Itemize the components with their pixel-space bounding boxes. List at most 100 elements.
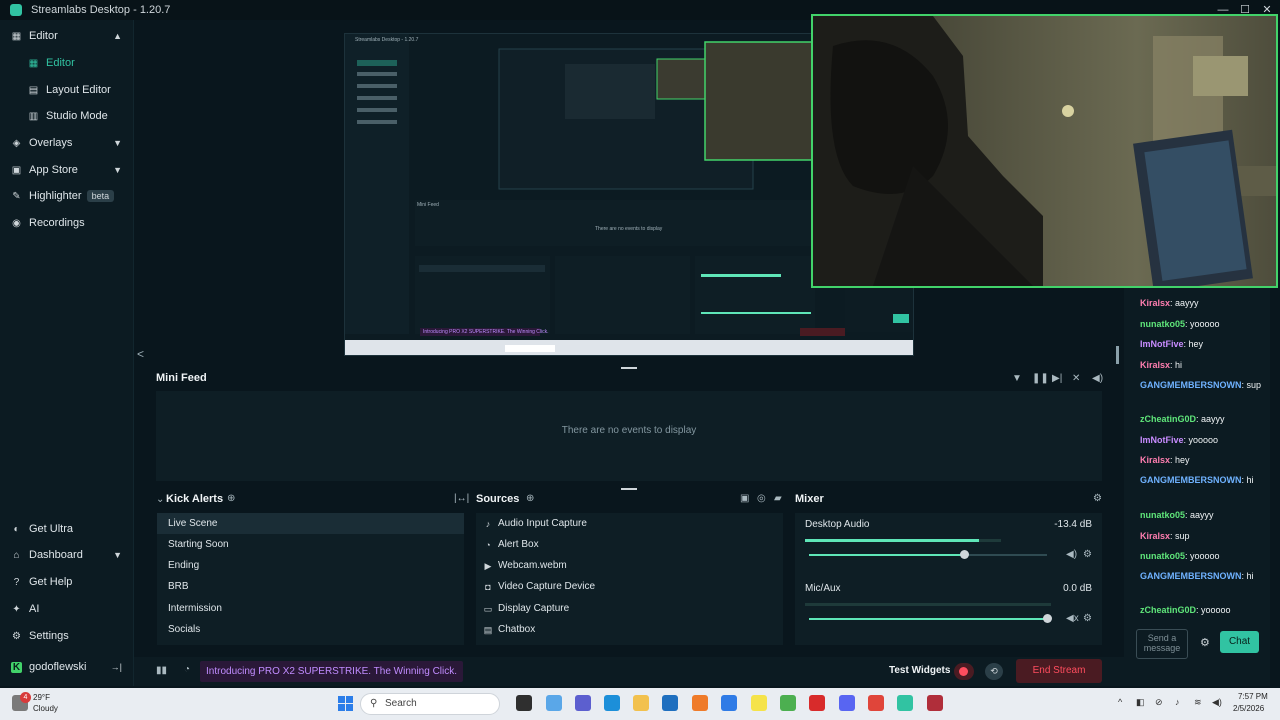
chat-username[interactable]: zCheatinG0D	[1140, 605, 1196, 615]
sidebar-item-overlays[interactable]: ◈ Overlays ▼	[0, 130, 134, 156]
source-item-video-capture[interactable]: ◘ Video Capture Device	[476, 576, 783, 597]
resize-handle-icon[interactable]	[621, 488, 637, 490]
tray-app-icon[interactable]: ◧	[1136, 697, 1145, 708]
chevron-left-icon[interactable]: <	[137, 347, 144, 361]
volume-slider[interactable]	[809, 550, 1047, 559]
sidebar-item-dashboard[interactable]: ⌂ Dashboard ▼	[0, 542, 134, 568]
source-item-webcam-webm[interactable]: ▶ Webcam.webm	[476, 555, 783, 576]
wifi-icon[interactable]: ≋	[1194, 697, 1202, 708]
volume-icon[interactable]: ◀)	[1092, 373, 1103, 384]
sidebar-item-editor[interactable]: ▦ Editor	[0, 50, 134, 76]
source-item-display-capture[interactable]: ▭ Display Capture	[476, 598, 783, 619]
source-item-alert-box[interactable]: ◔ Alert Box	[476, 534, 783, 555]
taskbar-search-input[interactable]: Search	[360, 693, 500, 715]
source-item-chatbox[interactable]: ▤ Chatbox	[476, 619, 783, 640]
scene-item-live-scene[interactable]: Live Scene	[157, 513, 464, 534]
chat-username[interactable]: nunatko05	[1140, 551, 1185, 561]
chat-username[interactable]: nunatko05	[1140, 319, 1185, 329]
scene-item-brb[interactable]: BRB	[157, 576, 464, 597]
sidebar-item-layout-editor[interactable]: ▤ Layout Editor	[0, 77, 134, 103]
volume-slider-knob[interactable]	[959, 550, 969, 559]
minecraft-icon[interactable]	[780, 695, 796, 711]
edge-icon[interactable]	[604, 695, 620, 711]
pause-icon[interactable]: ❚❚	[1032, 373, 1049, 384]
snapchat-icon[interactable]	[751, 695, 767, 711]
sidebar-item-get-ultra[interactable]: ◐ Get Ultra	[0, 516, 134, 542]
chevron-up-icon[interactable]: ^	[1118, 697, 1122, 707]
stats-icon[interactable]: ▮▮	[156, 665, 167, 676]
volume-slider-knob[interactable]	[1043, 614, 1052, 623]
chat-username[interactable]: Kiralsx	[1140, 360, 1170, 370]
add-source-icon[interactable]: ⊕	[526, 493, 534, 504]
end-stream-button[interactable]: End Stream	[1016, 659, 1102, 683]
sidebar-item-ai[interactable]: ✦ AI	[0, 596, 134, 622]
gear-icon[interactable]: ⚙	[1083, 613, 1092, 624]
chat-settings-gear-icon[interactable]: ⚙	[1200, 636, 1210, 649]
dropbox-icon[interactable]	[721, 695, 737, 711]
tray-status-icon[interactable]: ⊘	[1155, 697, 1163, 708]
volume-slider[interactable]	[809, 614, 1052, 623]
chat-username[interactable]: Kiralsx	[1140, 455, 1170, 465]
copilot-icon[interactable]	[546, 695, 562, 711]
sidebar-item-editor-group[interactable]: ▦ Editor ▲	[0, 23, 134, 49]
chat-username[interactable]: GANGMEMBERSNOWN	[1140, 475, 1242, 485]
source-item-audio-input[interactable]: ♪ Audio Input Capture	[476, 513, 783, 534]
speaker-icon[interactable]: ◀)	[1066, 549, 1077, 560]
skip-icon[interactable]: ▶|	[1052, 373, 1062, 384]
sidebar-item-studio-mode[interactable]: ▥ Studio Mode	[0, 103, 134, 129]
firefox-icon[interactable]	[692, 695, 708, 711]
chat-username[interactable]: Kiralsx	[1140, 531, 1170, 541]
store-icon[interactable]	[662, 695, 678, 711]
sidebar-item-recordings[interactable]: ◉ Recordings	[0, 210, 134, 236]
scenes-title[interactable]: Kick Alerts	[166, 493, 223, 505]
sidebar-item-app-store[interactable]: ▣ App Store ▼	[0, 157, 134, 183]
discord-icon[interactable]	[839, 695, 855, 711]
chat-username[interactable]: nunatko05	[1140, 510, 1185, 520]
scene-item-starting-soon[interactable]: Starting Soon	[157, 534, 464, 555]
netflix-icon[interactable]	[809, 695, 825, 711]
sidebar-item-highlighter[interactable]: ✎ Highlighter beta	[0, 183, 134, 209]
record-button[interactable]	[954, 663, 974, 680]
streamlabs-icon[interactable]	[897, 695, 913, 711]
webcam-source-preview[interactable]	[811, 14, 1278, 288]
chrome-icon[interactable]	[868, 695, 884, 711]
add-scene-icon[interactable]: ⊕	[227, 493, 235, 504]
scene-item-socials[interactable]: Socials	[157, 619, 464, 640]
gear-icon[interactable]: ⚙	[1093, 493, 1102, 504]
filter-icon[interactable]: ▼	[1012, 373, 1022, 384]
test-widgets-label[interactable]: Test Widgets	[889, 665, 950, 676]
chat-username[interactable]: Kiralsx	[1140, 298, 1170, 308]
source-group-icon[interactable]: ▣	[740, 493, 749, 504]
sidebar-item-get-help[interactable]: ? Get Help	[0, 569, 134, 595]
promo-banner[interactable]: Introducing PRO X2 SUPERSTRIKE. The Winn…	[200, 661, 464, 682]
mute-alerts-icon[interactable]: ✕	[1072, 373, 1080, 384]
scene-item-ending[interactable]: Ending	[157, 555, 464, 576]
chat-input[interactable]: Send a message	[1136, 629, 1188, 659]
gear-icon[interactable]: ⚙	[1083, 549, 1092, 560]
chat-username[interactable]: ImNotFive	[1140, 435, 1184, 445]
clock-date[interactable]: 2/5/2026	[1233, 704, 1264, 713]
folder-icon[interactable]: ▰	[774, 493, 782, 504]
chevron-down-icon[interactable]: ⌄	[156, 494, 164, 505]
chat-username[interactable]: ImNotFive	[1140, 339, 1184, 349]
eye-icon[interactable]: ◎	[757, 493, 766, 504]
file-explorer-icon[interactable]	[633, 695, 649, 711]
replay-buffer-button[interactable]: ⟲	[985, 663, 1003, 680]
volume-icon[interactable]: ◀)	[1212, 697, 1222, 708]
windows-start-icon[interactable]	[338, 696, 354, 712]
chat-username[interactable]: GANGMEMBERSNOWN	[1140, 571, 1242, 581]
clock-time[interactable]: 7:57 PM	[1238, 692, 1268, 701]
task-view-icon[interactable]	[516, 695, 532, 711]
chat-username[interactable]: zCheatinG0D	[1140, 414, 1196, 424]
app-icon[interactable]	[927, 695, 943, 711]
scene-item-intermission[interactable]: Intermission	[157, 598, 464, 619]
teams-icon[interactable]	[575, 695, 591, 711]
microphone-icon[interactable]: ♪	[1175, 697, 1180, 707]
chat-username[interactable]: GANGMEMBERSNOWN	[1140, 380, 1242, 390]
scene-transitions-icon[interactable]: |↔|	[454, 493, 469, 504]
speaker-muted-icon[interactable]: ◀x	[1066, 613, 1079, 624]
chat-send-button[interactable]: Chat	[1220, 631, 1259, 653]
notifications-icon[interactable]: ◔	[184, 664, 190, 675]
preview-resize-handle[interactable]	[1116, 346, 1119, 364]
sidebar-item-settings[interactable]: ⚙ Settings	[0, 623, 134, 649]
